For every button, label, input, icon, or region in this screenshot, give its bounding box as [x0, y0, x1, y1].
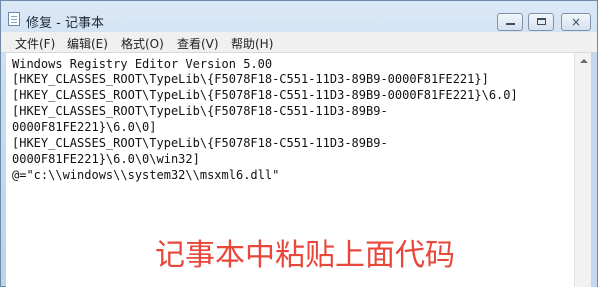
text-line: [HKEY_CLASSES_ROOT\TypeLib\{F5078F18-C55… [12, 104, 388, 118]
menu-help[interactable]: 帮助(H) [231, 35, 273, 52]
notepad-icon[interactable] [8, 12, 20, 26]
text-line: @="c:\\windows\\system32\\msxml6.dll" [12, 168, 280, 182]
close-icon: × [570, 15, 582, 29]
minimize-icon [506, 23, 515, 25]
menu-bar: 文件(F) 编辑(E) 格式(O) 查看(V) 帮助(H) [1, 32, 597, 53]
text-line: [HKEY_CLASSES_ROOT\TypeLib\{F5078F18-C55… [12, 136, 388, 150]
close-button[interactable]: × [561, 13, 591, 31]
text-line: 0000F81FE221}\6.0\0] [12, 120, 157, 134]
title-bar[interactable]: 修复 - 记事本 × [1, 1, 597, 33]
window-title: 修复 - 记事本 [26, 16, 104, 31]
maximize-button[interactable] [528, 13, 554, 31]
minimize-button[interactable] [497, 13, 523, 31]
annotation-text: 记事本中粘贴上面代码 [155, 238, 455, 273]
menu-edit[interactable]: 编辑(E) [67, 35, 108, 52]
menu-view[interactable]: 查看(V) [177, 35, 219, 52]
menu-file[interactable]: 文件(F) [15, 35, 55, 52]
text-line: [HKEY_CLASSES_ROOT\TypeLib\{F5078F18-C55… [12, 72, 489, 86]
text-line: [HKEY_CLASSES_ROOT\TypeLib\{F5078F18-C55… [12, 88, 518, 102]
text-line: 0000F81FE221}\6.0\0\win32] [12, 152, 200, 166]
menu-format[interactable]: 格式(O) [121, 35, 164, 52]
text-line: Windows Registry Editor Version 5.00 [12, 57, 273, 71]
scroll-up-icon[interactable] [575, 53, 592, 70]
maximize-icon [537, 18, 546, 25]
